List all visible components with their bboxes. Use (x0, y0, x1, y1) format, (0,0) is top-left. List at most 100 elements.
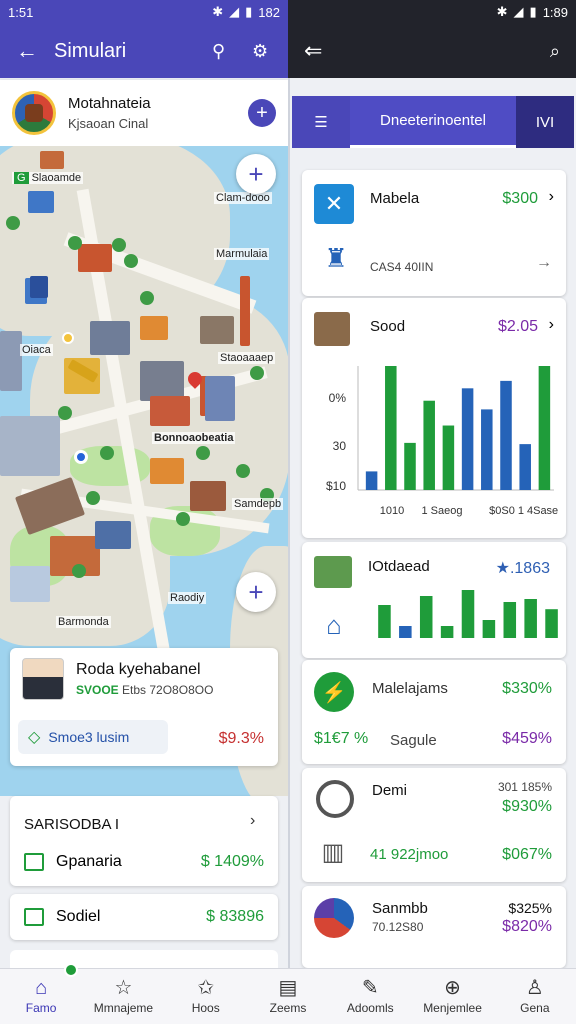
chart-bar (385, 366, 397, 490)
chart-bar (399, 626, 412, 638)
arrow-right-icon[interactable]: → (536, 254, 552, 272)
location-dot-icon (74, 450, 88, 464)
bottom-nav: ⌂ Famo ☆ Mmnajeme ✩ Hoos ▤ Zeems ✎ Adoom… (0, 968, 576, 1024)
summary-section: SARISODBA I › Gpanaria $ 1409% Sodiel $ … (0, 796, 288, 968)
location-subtitle: Kjsaoan Cinal (68, 116, 149, 131)
note-icon: ✎ (361, 977, 379, 999)
notification-badge (64, 963, 78, 977)
home-icon: ⌂ (35, 977, 48, 999)
nav-item-6[interactable]: ⊕ Menjemlee (411, 969, 493, 1024)
chevron-right-icon[interactable]: › (549, 188, 554, 206)
back-arrow-icon[interactable]: ← (16, 38, 38, 64)
compass-icon: ⊕ (444, 977, 461, 999)
y-tick-label: 30 (333, 439, 347, 453)
card-value-top: $325% (508, 900, 552, 916)
avatar (22, 658, 64, 700)
stat-card-4[interactable]: ⚡ Malelajams $330% $1€7 % Sagule $459% (302, 660, 566, 764)
profile-value: $9.3% (218, 730, 264, 747)
chart-card-2[interactable]: IOtdaead ★.1863 ⌂ (302, 542, 566, 658)
search-icon[interactable]: ⌕ (550, 41, 560, 62)
tab-active[interactable]: Dneeterinoentel (350, 96, 516, 148)
menu-icon[interactable]: ☰ (292, 96, 350, 148)
map-label[interactable]: Clam-dooo (214, 192, 272, 204)
nav-label: Famo (25, 1001, 57, 1015)
summary-row[interactable]: Gpanaria $ 1409% (10, 842, 278, 882)
map-label[interactable]: Oiaca (20, 344, 53, 356)
status-icons-right: ✱ ◢ ▮ 1:89 (497, 4, 568, 20)
card-value: $930% (502, 798, 552, 815)
stat-card-5[interactable]: Demi 301 185% $930% ▥ 41 922jmoo $067% (302, 768, 566, 882)
landscape-icon (314, 556, 352, 588)
pin-icon[interactable]: ⚲ (212, 41, 225, 62)
profile-card[interactable]: Roda kyehabanel SVOOE Etbs 72O8O8OO ◇ Sm… (10, 648, 278, 766)
building-icon: ⌂ (326, 609, 342, 640)
x-tick-label: 1 4Sase (518, 505, 558, 517)
lightning-icon: ⚡ (314, 672, 354, 712)
settings-icon[interactable]: ⚙ (252, 41, 268, 62)
zoom-in-button[interactable]: + (236, 154, 276, 194)
stat-card-1[interactable]: ✕ Mabela $300 › ♜ CAS4 40IIN → (302, 170, 566, 296)
chevron-right-icon[interactable]: › (549, 316, 554, 334)
status-icons: ✱ ◢ ▮ 182 (212, 4, 280, 20)
map-label[interactable]: Bonnoaobeatia (152, 432, 236, 444)
x-tick-label: $0S0 (489, 505, 515, 517)
chart-bar (503, 602, 517, 638)
profile-detail-code: SVOOE (76, 683, 119, 697)
nav-label: Menjemlee (423, 1001, 482, 1015)
status-pill-label: Smoe3 lusim (48, 729, 130, 745)
location-card[interactable]: Motahnateia Kjsaoan Cinal + (0, 80, 288, 146)
chevron-right-icon[interactable]: › (250, 812, 255, 830)
chart-bar (404, 442, 416, 490)
chart-bar (482, 620, 496, 638)
nav-item-home[interactable]: ⌂ Famo (0, 969, 82, 1024)
signal-icon: ◢ (229, 4, 240, 19)
card-title: Sood (370, 318, 406, 335)
status-bar-right: ✱ ◢ ▮ 1:89 (288, 0, 576, 24)
chart-bar (545, 609, 558, 638)
status-pill-button[interactable]: ◇ Smoe3 lusim (18, 720, 168, 754)
card-sub-left: $1€7 % (314, 730, 369, 747)
y-tick-label: $10 (326, 479, 346, 493)
bluetooth-icon: ✱ (212, 4, 224, 19)
status-battery-text: 182 (258, 4, 280, 20)
map-label[interactable]: G Slaoamde (12, 172, 84, 184)
add-location-button[interactable]: + (248, 99, 276, 127)
status-battery-text-right: 1:89 (542, 4, 568, 20)
crest-icon (12, 91, 56, 135)
map-label[interactable]: Staoaaaep (218, 352, 276, 364)
add-marker-button[interactable]: + (236, 572, 276, 612)
map-label[interactable]: Samdepb (232, 498, 284, 510)
stat-card-6[interactable]: Sanmbb 70.12S80 $325% $820% (302, 886, 566, 968)
card-title: IOtdaead (368, 558, 430, 575)
summary-header: SARISODBA I (24, 816, 120, 833)
back-arrow-icon[interactable]: ⇐ (304, 38, 322, 64)
status-bar-left: 1:51 ✱ ◢ ▮ 182 (0, 0, 288, 24)
status-time: 1:51 (8, 4, 34, 20)
tab-other[interactable]: IVI (516, 96, 574, 148)
nav-item-3[interactable]: ✩ Hoos (165, 969, 247, 1024)
chart-bar (524, 599, 537, 638)
chart-bar (419, 596, 433, 638)
card-value: $330% (502, 680, 552, 697)
pie-icon (314, 898, 354, 938)
nav-item-4[interactable]: ▤ Zeems (247, 969, 329, 1024)
map-label[interactable]: Barmonda (56, 616, 111, 628)
map-label[interactable]: Marmulaia (214, 248, 270, 260)
chart-card-1[interactable]: Sood $2.05 › 0% 30 $10 1010 1 Saeog $0S0 1 4Sa… (302, 298, 566, 538)
summary-row-label: Sodiel (56, 908, 101, 925)
map-pin-icon[interactable] (62, 332, 74, 344)
nav-item-5[interactable]: ✎ Adoomls (329, 969, 411, 1024)
nav-item-7[interactable]: ♙ Gena (494, 969, 576, 1024)
app-title: Simulari (54, 39, 127, 62)
profile-name: Roda kyehabanel (76, 661, 201, 678)
tools-icon: ✕ (314, 184, 354, 224)
battery-icon: ▮ (529, 4, 537, 19)
chart-bar (378, 605, 391, 638)
summary-row[interactable]: Sodiel $ 83896 (10, 894, 278, 940)
card-title: Demi (372, 782, 408, 799)
y-tick-label: 0% (329, 391, 347, 405)
house-icon (314, 312, 350, 346)
nav-item-2[interactable]: ☆ Mmnajeme (82, 969, 164, 1024)
map-label[interactable]: Raodiy (168, 592, 207, 604)
chart-bar (481, 409, 493, 490)
